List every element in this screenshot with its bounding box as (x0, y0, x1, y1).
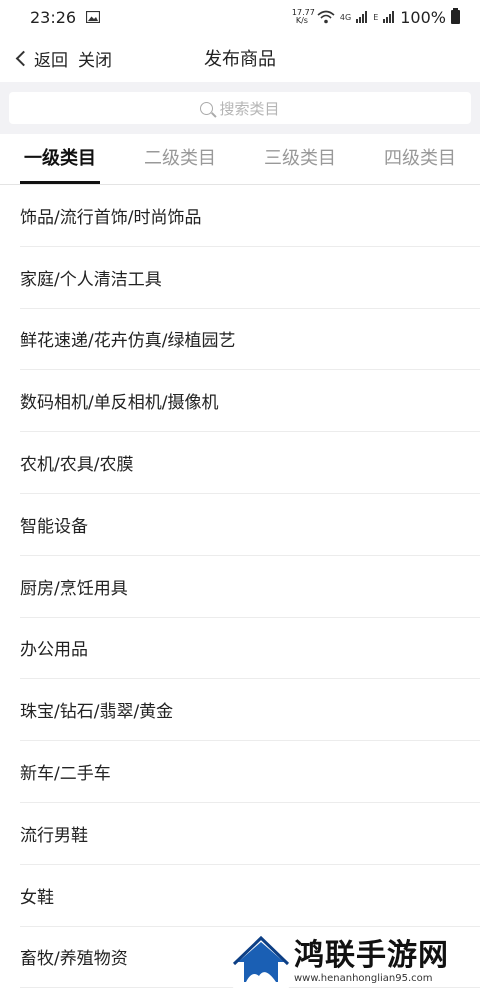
list-item[interactable]: 农机/农具/农膜 (20, 432, 480, 494)
battery-percent: 100% (400, 7, 446, 27)
back-button[interactable]: 返回 (14, 46, 68, 71)
search-bar: 搜索类目 (0, 82, 480, 134)
watermark-title: 鸿联手游网 (294, 937, 449, 973)
list-item[interactable]: 数码相机/单反相机/摄像机 (20, 370, 480, 433)
watermark-url: www.henanhonglian95.com (294, 972, 433, 984)
list-item[interactable]: 办公用品 (20, 618, 480, 680)
search-icon (200, 101, 214, 115)
search-input[interactable]: 搜索类目 (9, 92, 471, 124)
net-speed: 17.77 K/s (291, 8, 315, 25)
back-label: 返回 (34, 50, 68, 71)
house-logo-icon (232, 932, 290, 990)
page-title: 发布商品 (204, 49, 276, 70)
signal-icon (356, 11, 368, 23)
status-bar: 23:26 17.77 K/s 4G E 100% (0, 0, 480, 34)
battery-icon (451, 8, 460, 24)
tab-level-4[interactable]: 四级类目 (360, 134, 480, 184)
signal-icon-2 (383, 11, 395, 23)
list-item[interactable]: 鲜花速递/花卉仿真/绿植园艺 (20, 309, 480, 371)
list-item[interactable]: 流行男鞋 (20, 803, 480, 865)
search-placeholder: 搜索类目 (219, 99, 280, 118)
watermark: 鸿联手游网 www.henanhonglian95.com (232, 930, 480, 992)
signal-label-2: E (373, 12, 379, 22)
list-item[interactable]: 珠宝/钻石/翡翠/黄金 (20, 679, 480, 742)
tab-level-1[interactable]: 一级类目 (0, 134, 120, 184)
gallery-icon (86, 11, 101, 23)
category-level-tabs: 一级类目 二级类目 三级类目 四级类目 (0, 134, 480, 185)
list-item[interactable]: 智能设备 (20, 494, 480, 556)
list-item[interactable]: 新车/二手车 (20, 741, 480, 803)
list-item[interactable]: 饰品/流行首饰/时尚饰品 (20, 185, 480, 247)
status-time: 23:26 (30, 7, 77, 27)
wifi-icon (317, 10, 335, 24)
close-button[interactable]: 关闭 (78, 46, 112, 71)
category-list: 饰品/流行首饰/时尚饰品 家庭/个人清洁工具 鲜花速递/花卉仿真/绿植园艺 数码… (0, 185, 480, 989)
list-item[interactable]: 厨房/烹饪用具 (20, 556, 480, 618)
chevron-left-icon (15, 50, 32, 66)
signal-label-1: 4G (339, 12, 352, 22)
list-item[interactable]: 家庭/个人清洁工具 (20, 247, 480, 309)
nav-bar: 返回 关闭 发布商品 (0, 34, 480, 82)
tab-level-3[interactable]: 三级类目 (240, 134, 360, 184)
tab-level-2[interactable]: 二级类目 (120, 134, 240, 184)
list-item[interactable]: 女鞋 (20, 865, 480, 927)
